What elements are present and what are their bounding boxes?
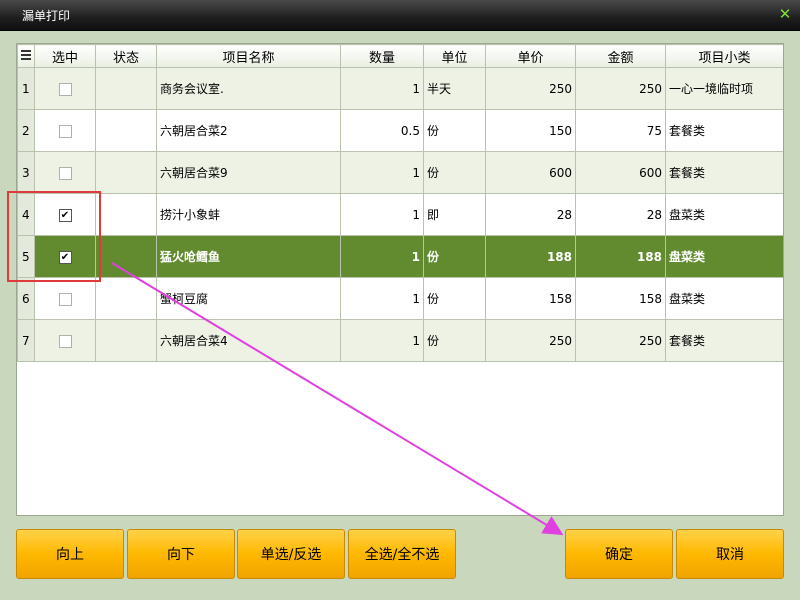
row-amount: 250 (575, 67, 666, 110)
row-amount: 158 (575, 277, 666, 320)
item-grid[interactable]: 选中 状态 项目名称 数量 单位 单价 金额 项目小类 1 商务会议室. 1 半天 25… (16, 43, 784, 516)
row-status (95, 319, 157, 362)
row-number: 1 (17, 67, 35, 110)
row-status (95, 109, 157, 152)
checkbox-icon[interactable] (58, 292, 72, 306)
row-unit: 份 (423, 235, 486, 278)
row-category: 盘菜类 (665, 277, 783, 320)
row-price: 158 (485, 277, 576, 320)
row-number: 2 (17, 109, 35, 152)
row-price: 600 (485, 151, 576, 194)
row-qty: 1 (340, 151, 424, 194)
row-price: 150 (485, 109, 576, 152)
column-menu-icon[interactable] (17, 44, 35, 68)
row-checkbox (34, 277, 96, 320)
row-number: 7 (17, 319, 35, 362)
row-amount: 250 (575, 319, 666, 362)
header-price[interactable]: 单价 (485, 44, 576, 68)
row-name: 捞汁小象蚌 (156, 193, 341, 236)
table-row[interactable]: 2 六朝居合菜2 0.5 份 150 75 套餐类 (17, 109, 783, 152)
header-category[interactable]: 项目小类 (665, 44, 783, 68)
checkbox-icon[interactable] (58, 334, 72, 348)
table-row[interactable]: 6 蟹柯豆腐 1 份 158 158 盘菜类 (17, 277, 783, 320)
header-amount[interactable]: 金额 (575, 44, 666, 68)
row-number: 6 (17, 277, 35, 320)
row-qty: 1 (340, 235, 424, 278)
toggle-select-button[interactable]: 单选/反选 (237, 529, 345, 579)
row-unit: 即 (423, 193, 486, 236)
row-checkbox (34, 319, 96, 362)
select-all-button[interactable]: 全选/全不选 (348, 529, 456, 579)
row-amount: 28 (575, 193, 666, 236)
table-row[interactable]: 4 ✔ 捞汁小象蚌 1 即 28 28 盘菜类 (17, 193, 783, 236)
row-checkbox (34, 151, 96, 194)
row-checkbox: ✔ (34, 235, 96, 278)
row-status (95, 277, 157, 320)
row-checkbox (34, 67, 96, 110)
row-category: 套餐类 (665, 109, 783, 152)
checkbox-checked-icon[interactable]: ✔ (58, 250, 72, 264)
row-name: 蟹柯豆腐 (156, 277, 341, 320)
row-amount: 75 (575, 109, 666, 152)
row-number: 3 (17, 151, 35, 194)
header-name[interactable]: 项目名称 (156, 44, 341, 68)
row-unit: 份 (423, 109, 486, 152)
cancel-button[interactable]: 取消 (676, 529, 784, 579)
row-amount: 188 (575, 235, 666, 278)
row-category: 盘菜类 (665, 235, 783, 278)
row-unit: 份 (423, 277, 486, 320)
header-qty[interactable]: 数量 (340, 44, 424, 68)
checkbox-checked-icon[interactable]: ✔ (58, 208, 72, 222)
checkbox-icon[interactable] (58, 166, 72, 180)
row-price: 188 (485, 235, 576, 278)
row-name: 六朝居合菜4 (156, 319, 341, 362)
row-unit: 份 (423, 151, 486, 194)
row-category: 盘菜类 (665, 193, 783, 236)
row-number: 4 (17, 193, 35, 236)
table-row[interactable]: 5 ✔ 猛火呛鳕鱼 1 份 188 188 盘菜类 (17, 235, 783, 278)
down-button[interactable]: 向下 (127, 529, 235, 579)
table-row[interactable]: 1 商务会议室. 1 半天 250 250 一心一境临时项 (17, 67, 783, 110)
row-status (95, 235, 157, 278)
row-qty: 0.5 (340, 109, 424, 152)
row-name: 商务会议室. (156, 67, 341, 110)
table-row[interactable]: 3 六朝居合菜9 1 份 600 600 套餐类 (17, 151, 783, 194)
row-status (95, 67, 157, 110)
row-name: 六朝居合菜2 (156, 109, 341, 152)
row-amount: 600 (575, 151, 666, 194)
row-category: 套餐类 (665, 319, 783, 362)
close-icon[interactable]: ✕ (776, 5, 794, 23)
up-button[interactable]: 向上 (16, 529, 124, 579)
checkbox-icon[interactable] (58, 82, 72, 96)
row-status (95, 151, 157, 194)
row-unit: 份 (423, 319, 486, 362)
item-table: 选中 状态 项目名称 数量 单位 单价 金额 项目小类 1 商务会议室. 1 半天 25… (17, 44, 783, 362)
title-bar: 漏单打印 ✕ (0, 0, 800, 31)
header-status[interactable]: 状态 (95, 44, 157, 68)
row-qty: 1 (340, 193, 424, 236)
row-price: 250 (485, 67, 576, 110)
row-qty: 1 (340, 319, 424, 362)
row-price: 250 (485, 319, 576, 362)
header-unit[interactable]: 单位 (423, 44, 486, 68)
header-selected[interactable]: 选中 (34, 44, 96, 68)
row-status (95, 193, 157, 236)
row-name: 猛火呛鳕鱼 (156, 235, 341, 278)
checkbox-icon[interactable] (58, 124, 72, 138)
row-unit: 半天 (423, 67, 486, 110)
row-number: 5 (17, 235, 35, 278)
row-category: 套餐类 (665, 151, 783, 194)
row-qty: 1 (340, 67, 424, 110)
row-qty: 1 (340, 277, 424, 320)
row-name: 六朝居合菜9 (156, 151, 341, 194)
header-row: 选中 状态 项目名称 数量 单位 单价 金额 项目小类 (17, 44, 783, 68)
row-price: 28 (485, 193, 576, 236)
row-checkbox: ✔ (34, 193, 96, 236)
table-row[interactable]: 7 六朝居合菜4 1 份 250 250 套餐类 (17, 319, 783, 362)
confirm-button[interactable]: 确定 (565, 529, 673, 579)
row-checkbox (34, 109, 96, 152)
window-title: 漏单打印 (22, 9, 71, 23)
row-category: 一心一境临时项 (665, 67, 783, 110)
